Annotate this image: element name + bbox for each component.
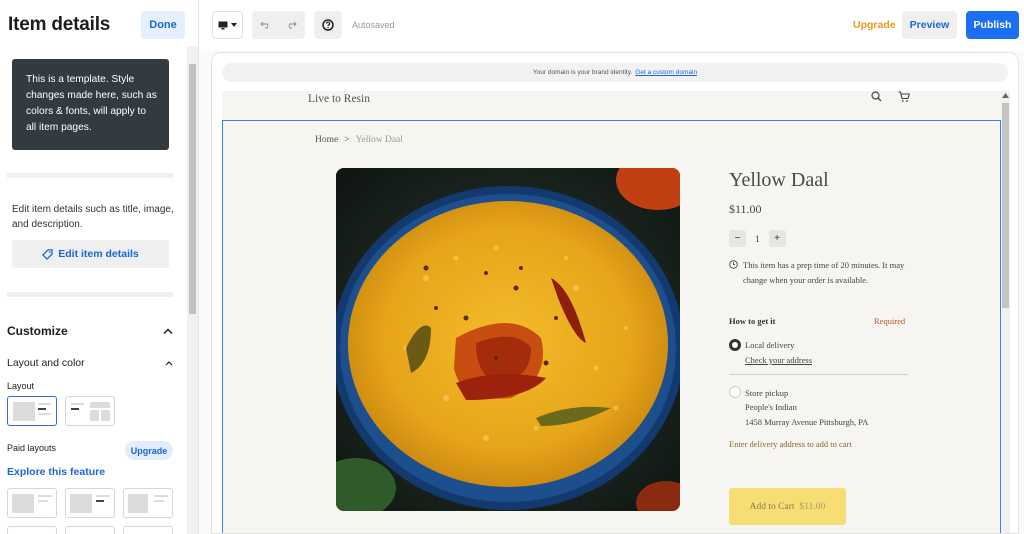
item-details-panel: Item details Done This is a template. St… [0,0,199,534]
required-label: Required [874,316,906,326]
paid-layout-option[interactable] [65,488,115,518]
caret-down-icon [231,23,237,27]
store-pickup-label[interactable]: Store pickup [745,388,788,398]
template-note: This is a template. Style changes made h… [12,59,169,150]
upgrade-pill-button[interactable]: Upgrade [125,441,173,460]
qty-value[interactable]: 1 [755,234,760,244]
breadcrumb-separator: > [344,135,350,145]
chevron-up-icon[interactable] [165,360,173,366]
store-pickup-radio[interactable] [729,386,741,398]
prep-time-text: This item has a prep time of 20 minutes.… [743,260,905,285]
breadcrumb-home[interactable]: Home [315,135,338,145]
preview-button[interactable]: Preview [902,11,957,39]
panel-title: Item details [8,14,111,35]
edit-button-label: Edit item details [58,248,139,260]
breadcrumb: Home > Yellow Daal [315,135,403,145]
search-icon[interactable] [871,91,882,102]
store-name: People's Indian [745,402,797,412]
product-price: $11.00 [729,202,762,216]
site-preview-frame: Your domain is your brand identity. Get … [211,52,1019,534]
undo-icon[interactable] [259,21,271,29]
add-to-cart-button[interactable]: Add to Cart $11.00 [729,488,846,525]
store-address: 1458 Murray Avenue Pittsburgh, PA [745,417,869,427]
edit-item-details-button[interactable]: Edit item details [12,240,169,268]
product-title: Yellow Daal [729,169,829,191]
layout-option-2[interactable] [65,396,115,426]
clock-icon [729,260,738,269]
customize-heading: Customize [7,324,68,338]
option-divider [729,374,908,375]
add-to-cart-price: $11.00 [799,501,826,512]
layout-option-1[interactable] [7,396,57,426]
paid-layouts-label: Paid layouts [7,443,57,453]
history-controls [252,11,305,39]
product-image[interactable] [336,168,680,511]
help-icon [322,19,334,31]
help-button[interactable] [314,11,342,39]
local-delivery-radio[interactable] [729,339,741,351]
device-selector[interactable] [212,11,243,39]
domain-note: Your domain is your brand identity. [532,69,633,76]
prep-time-note: This item has a prep time of 20 minutes.… [729,258,909,288]
preview-scrollbar-thumb[interactable] [1002,103,1009,308]
upgrade-link[interactable]: Upgrade [853,19,896,31]
explore-feature-link[interactable]: Explore this feature [7,466,105,478]
breadcrumb-current: Yellow Daal [355,135,403,145]
quantity-stepper: − 1 + [729,230,786,247]
layout-color-heading: Layout and color [7,357,85,369]
tag-icon [42,248,53,260]
chevron-up-icon[interactable] [163,327,173,335]
add-to-cart-label: Add to Cart [749,501,795,512]
editor-toolbar: Autosaved Upgrade Preview Publish [199,0,1024,51]
paid-layout-option[interactable] [7,488,57,518]
panel-scrollbar[interactable] [187,46,198,534]
paid-layout-option[interactable] [123,488,173,518]
check-address-link[interactable]: Check your address [745,355,812,365]
paid-layout-option[interactable] [7,526,57,534]
qty-increment-button[interactable]: + [768,230,786,247]
scroll-up-arrow-icon[interactable] [1002,93,1009,98]
redo-icon[interactable] [286,21,298,29]
section-divider [7,292,173,297]
custom-domain-link[interactable]: Get a custom domain [635,69,697,76]
site-brand[interactable]: Live to Resin [308,93,370,105]
local-delivery-label[interactable]: Local delivery [745,340,794,350]
paid-layout-option[interactable] [65,526,115,534]
desktop-icon [218,21,228,29]
preview-scrollbar[interactable] [1001,91,1010,533]
domain-banner: Your domain is your brand identity. Get … [222,63,1008,82]
edit-description: Edit item details such as title, image, … [12,204,174,230]
site-page: Live to Resin Home > Yellow Daal Yellow … [222,91,1001,533]
cart-icon[interactable] [898,91,910,103]
yellow-daal-photo [336,168,680,511]
done-button[interactable]: Done [141,11,185,39]
layout-label: Layout [7,381,35,391]
paid-layout-option[interactable] [123,526,173,534]
panel-scrollbar-thumb[interactable] [189,64,196,314]
enter-address-message: Enter delivery address to add to cart [729,439,852,449]
publish-button[interactable]: Publish [966,11,1019,39]
section-divider [7,173,173,178]
autosave-status: Autosaved [352,20,395,30]
fulfillment-heading: How to get it [729,316,776,326]
qty-decrement-button[interactable]: − [729,230,746,247]
